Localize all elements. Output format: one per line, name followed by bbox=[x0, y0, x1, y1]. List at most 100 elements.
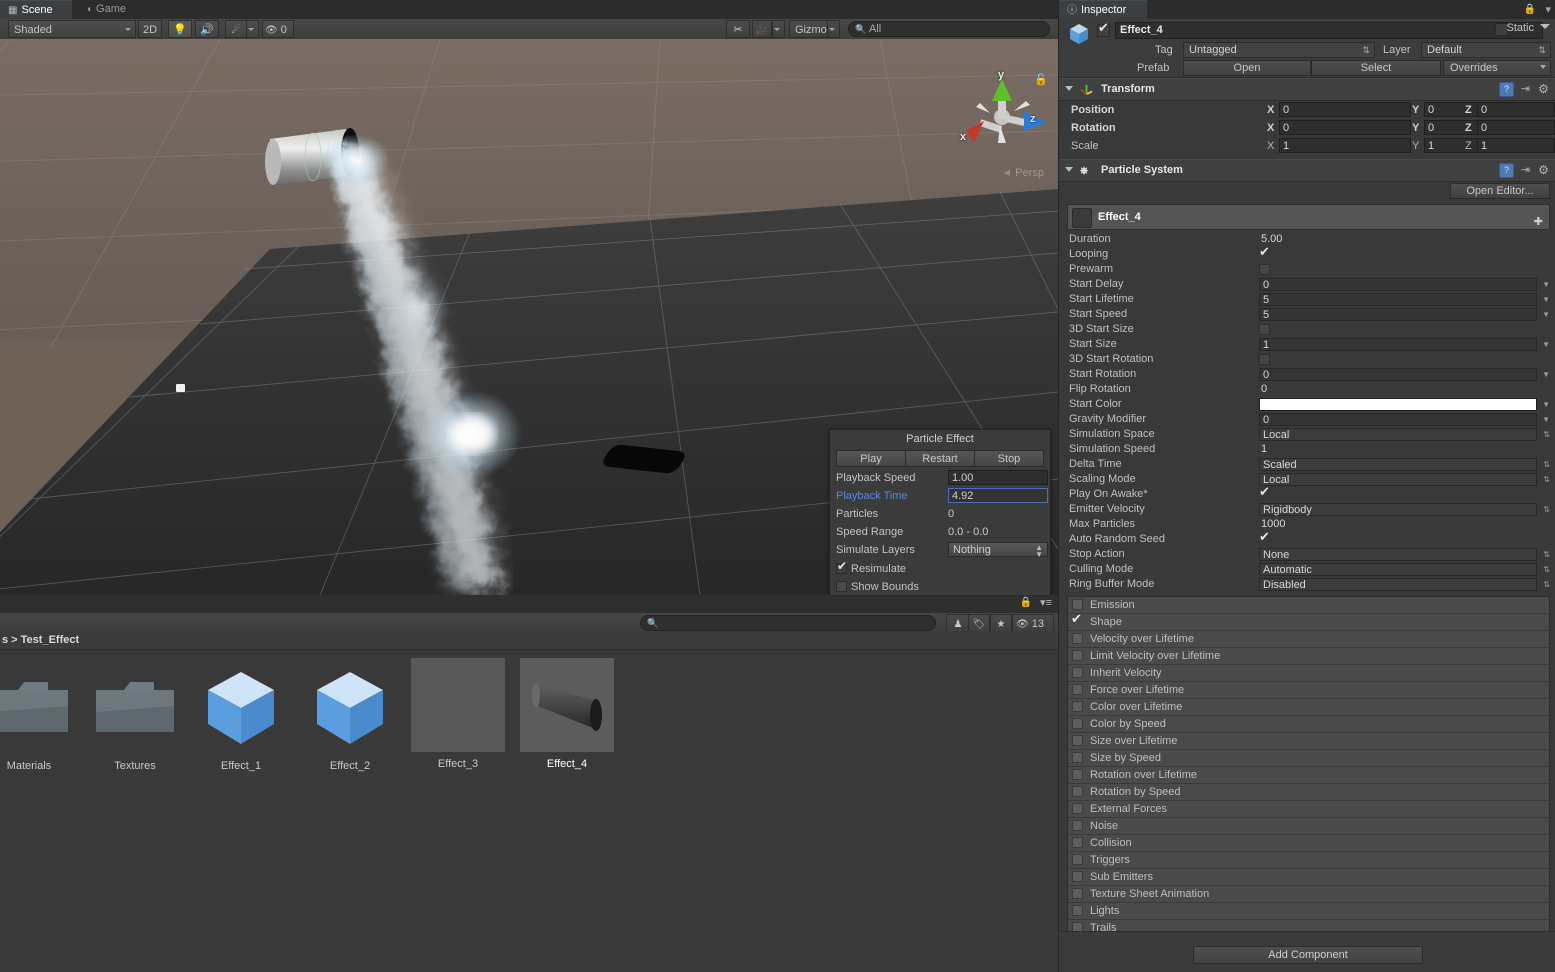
open-editor-button[interactable]: Open Editor... bbox=[1450, 183, 1550, 199]
start-size-input[interactable]: 1 bbox=[1259, 338, 1537, 351]
project-search-input[interactable]: 🔍 bbox=[640, 615, 936, 631]
gizmos-dropdown[interactable] bbox=[827, 20, 840, 38]
chevron-down-icon[interactable]: ▼ bbox=[1542, 401, 1550, 409]
fx-toggle-button[interactable]: ☄ bbox=[225, 20, 247, 38]
asset-textures[interactable]: Textures bbox=[88, 660, 182, 772]
prefab-open-button[interactable]: Open bbox=[1183, 60, 1311, 76]
module-limit-velocity-over-lifetime[interactable]: Limit Velocity over Lifetime bbox=[1068, 648, 1549, 665]
scale-x-input[interactable]: 1 bbox=[1279, 138, 1411, 153]
module-checkbox[interactable] bbox=[1072, 786, 1083, 797]
position-z-input[interactable]: 0 bbox=[1477, 102, 1555, 117]
tab-game[interactable]: ◖ Game bbox=[78, 0, 170, 19]
tab-inspector[interactable]: ⓘ Inspector bbox=[1059, 0, 1147, 19]
updown-arrow-icon[interactable]: ⇅ bbox=[1543, 431, 1550, 439]
module-color-by-speed[interactable]: Color by Speed bbox=[1068, 716, 1549, 733]
draw-mode-dropdown[interactable]: Shaded bbox=[8, 20, 136, 38]
simulate-layers-dropdown[interactable]: Nothing ▲ ▼ bbox=[948, 542, 1048, 559]
play-on-awake-checkbox[interactable] bbox=[1259, 485, 1270, 500]
start-lifetime-input[interactable]: 5 bbox=[1259, 293, 1537, 306]
position-z[interactable]: Z 0 bbox=[1465, 102, 1555, 118]
chevron-down-icon[interactable]: ▼ bbox=[1542, 311, 1550, 319]
emitter-velocity-dropdown[interactable]: Rigidbody bbox=[1259, 503, 1537, 516]
chevron-down-icon[interactable]: ▼ bbox=[1542, 416, 1550, 424]
scene-viewport[interactable]: y x z 🔓 ◄ Persp Particle Effect Play Res… bbox=[0, 39, 1058, 595]
scale-z[interactable]: Z 1 bbox=[1465, 138, 1555, 154]
simulation-space-dropdown[interactable]: Local bbox=[1259, 428, 1537, 441]
preset-icon[interactable]: ⇥ bbox=[1519, 164, 1532, 177]
asset-effect-3[interactable]: Effect_3 bbox=[411, 658, 505, 770]
chevron-down-icon[interactable]: ▼ bbox=[1542, 341, 1550, 349]
fx-dropdown-button[interactable] bbox=[246, 20, 259, 38]
module-checkbox[interactable] bbox=[1072, 752, 1083, 763]
flip-rotation-input[interactable]: 0 bbox=[1261, 382, 1267, 397]
module-checkbox[interactable] bbox=[1072, 769, 1083, 780]
asset-effect-2[interactable]: Effect_2 bbox=[303, 660, 397, 772]
module-size-over-lifetime[interactable]: Size over Lifetime bbox=[1068, 733, 1549, 750]
gravity-modifier-input[interactable]: 0 bbox=[1259, 413, 1537, 426]
prefab-overrides-button[interactable]: Overrides bbox=[1443, 60, 1551, 76]
audio-toggle-button[interactable]: 🔊 bbox=[195, 20, 219, 38]
playback-time-input[interactable]: 4.92 bbox=[948, 488, 1048, 503]
start-delay-input[interactable]: 0 bbox=[1259, 278, 1537, 291]
module-emission[interactable]: Emission bbox=[1068, 597, 1549, 614]
module-triggers[interactable]: Triggers bbox=[1068, 852, 1549, 869]
module-velocity-over-lifetime[interactable]: Velocity over Lifetime bbox=[1068, 631, 1549, 648]
3d-start-size-checkbox[interactable] bbox=[1259, 324, 1270, 335]
projection-toggle[interactable]: ◄ Persp bbox=[1001, 167, 1044, 179]
add-component-button[interactable]: Add Component bbox=[1193, 946, 1423, 964]
module-checkbox[interactable] bbox=[1072, 888, 1083, 899]
foldout-arrow-icon[interactable] bbox=[1065, 86, 1073, 91]
show-bounds-checkbox[interactable]: Show Bounds bbox=[836, 579, 919, 595]
ring-buffer-mode-dropdown[interactable]: Disabled bbox=[1259, 578, 1537, 591]
module-checkbox[interactable] bbox=[1072, 684, 1083, 695]
lock-icon[interactable]: 🔓 bbox=[1034, 73, 1048, 86]
project-hidden-button[interactable]: 👁 13 bbox=[1012, 614, 1054, 632]
module-lights[interactable]: Lights bbox=[1068, 903, 1549, 920]
module-collision[interactable]: Collision bbox=[1068, 835, 1549, 852]
scale-x[interactable]: X 1 bbox=[1267, 138, 1413, 154]
filter-by-type-button[interactable]: ♟ bbox=[946, 614, 970, 632]
scene-camera-button[interactable]: 🎥 bbox=[752, 20, 772, 38]
prewarm-checkbox[interactable] bbox=[1259, 264, 1270, 275]
module-sub-emitters[interactable]: Sub Emitters bbox=[1068, 869, 1549, 886]
module-color-over-lifetime[interactable]: Color over Lifetime bbox=[1068, 699, 1549, 716]
updown-arrow-icon[interactable]: ⇅ bbox=[1543, 581, 1550, 589]
hidden-objects-button[interactable]: 👁 0 bbox=[262, 20, 294, 38]
updown-arrow-icon[interactable]: ⇅ bbox=[1543, 506, 1550, 514]
looping-checkbox[interactable] bbox=[1259, 245, 1270, 260]
module-checkbox[interactable] bbox=[1072, 735, 1083, 746]
help-icon[interactable]: ? bbox=[1499, 82, 1514, 97]
chevron-down-icon[interactable]: ▼ bbox=[1542, 296, 1550, 304]
lock-icon[interactable]: 🔒 bbox=[1020, 597, 1032, 608]
module-size-by-speed[interactable]: Size by Speed bbox=[1068, 750, 1549, 767]
lighting-toggle-button[interactable]: 💡 bbox=[168, 20, 192, 38]
hamburger-menu-icon[interactable]: ▾≡ bbox=[1040, 596, 1052, 609]
asset-materials[interactable]: Materials bbox=[0, 660, 76, 772]
module-rotation-by-speed[interactable]: Rotation by Speed bbox=[1068, 784, 1549, 801]
module-checkbox[interactable] bbox=[1072, 633, 1083, 644]
module-checkbox[interactable] bbox=[1072, 701, 1083, 712]
delta-time-dropdown[interactable]: Scaled bbox=[1259, 458, 1537, 471]
foldout-arrow-icon[interactable] bbox=[1065, 167, 1073, 172]
updown-arrow-icon[interactable]: ⇅ bbox=[1543, 566, 1550, 574]
help-icon[interactable]: ? bbox=[1499, 163, 1514, 178]
module-checkbox[interactable] bbox=[1072, 871, 1083, 882]
lock-icon[interactable]: 🔒 bbox=[1524, 4, 1536, 15]
restart-button[interactable]: Restart bbox=[905, 450, 974, 467]
module-texture-sheet-animation[interactable]: Texture Sheet Animation bbox=[1068, 886, 1549, 903]
updown-arrow-icon[interactable]: ⇅ bbox=[1543, 551, 1550, 559]
particle-effect-panel[interactable]: Particle Effect Play Restart Stop Playba… bbox=[829, 429, 1051, 595]
gameobject-enabled-checkbox[interactable] bbox=[1097, 21, 1110, 37]
position-x[interactable]: X 0 bbox=[1267, 102, 1413, 118]
module-checkbox[interactable] bbox=[1072, 837, 1083, 848]
module-force-over-lifetime[interactable]: Force over Lifetime bbox=[1068, 682, 1549, 699]
module-noise[interactable]: Noise bbox=[1068, 818, 1549, 835]
rotation-x-input[interactable]: 0 bbox=[1279, 120, 1411, 135]
module-checkbox[interactable] bbox=[1072, 650, 1083, 661]
module-checkbox[interactable] bbox=[1072, 718, 1083, 729]
module-checkbox[interactable] bbox=[1072, 905, 1083, 916]
gear-icon[interactable]: ⚙ bbox=[1537, 83, 1550, 96]
module-checkbox[interactable] bbox=[1072, 854, 1083, 865]
rotation-z[interactable]: Z 0 bbox=[1465, 120, 1555, 136]
module-rotation-over-lifetime[interactable]: Rotation over Lifetime bbox=[1068, 767, 1549, 784]
